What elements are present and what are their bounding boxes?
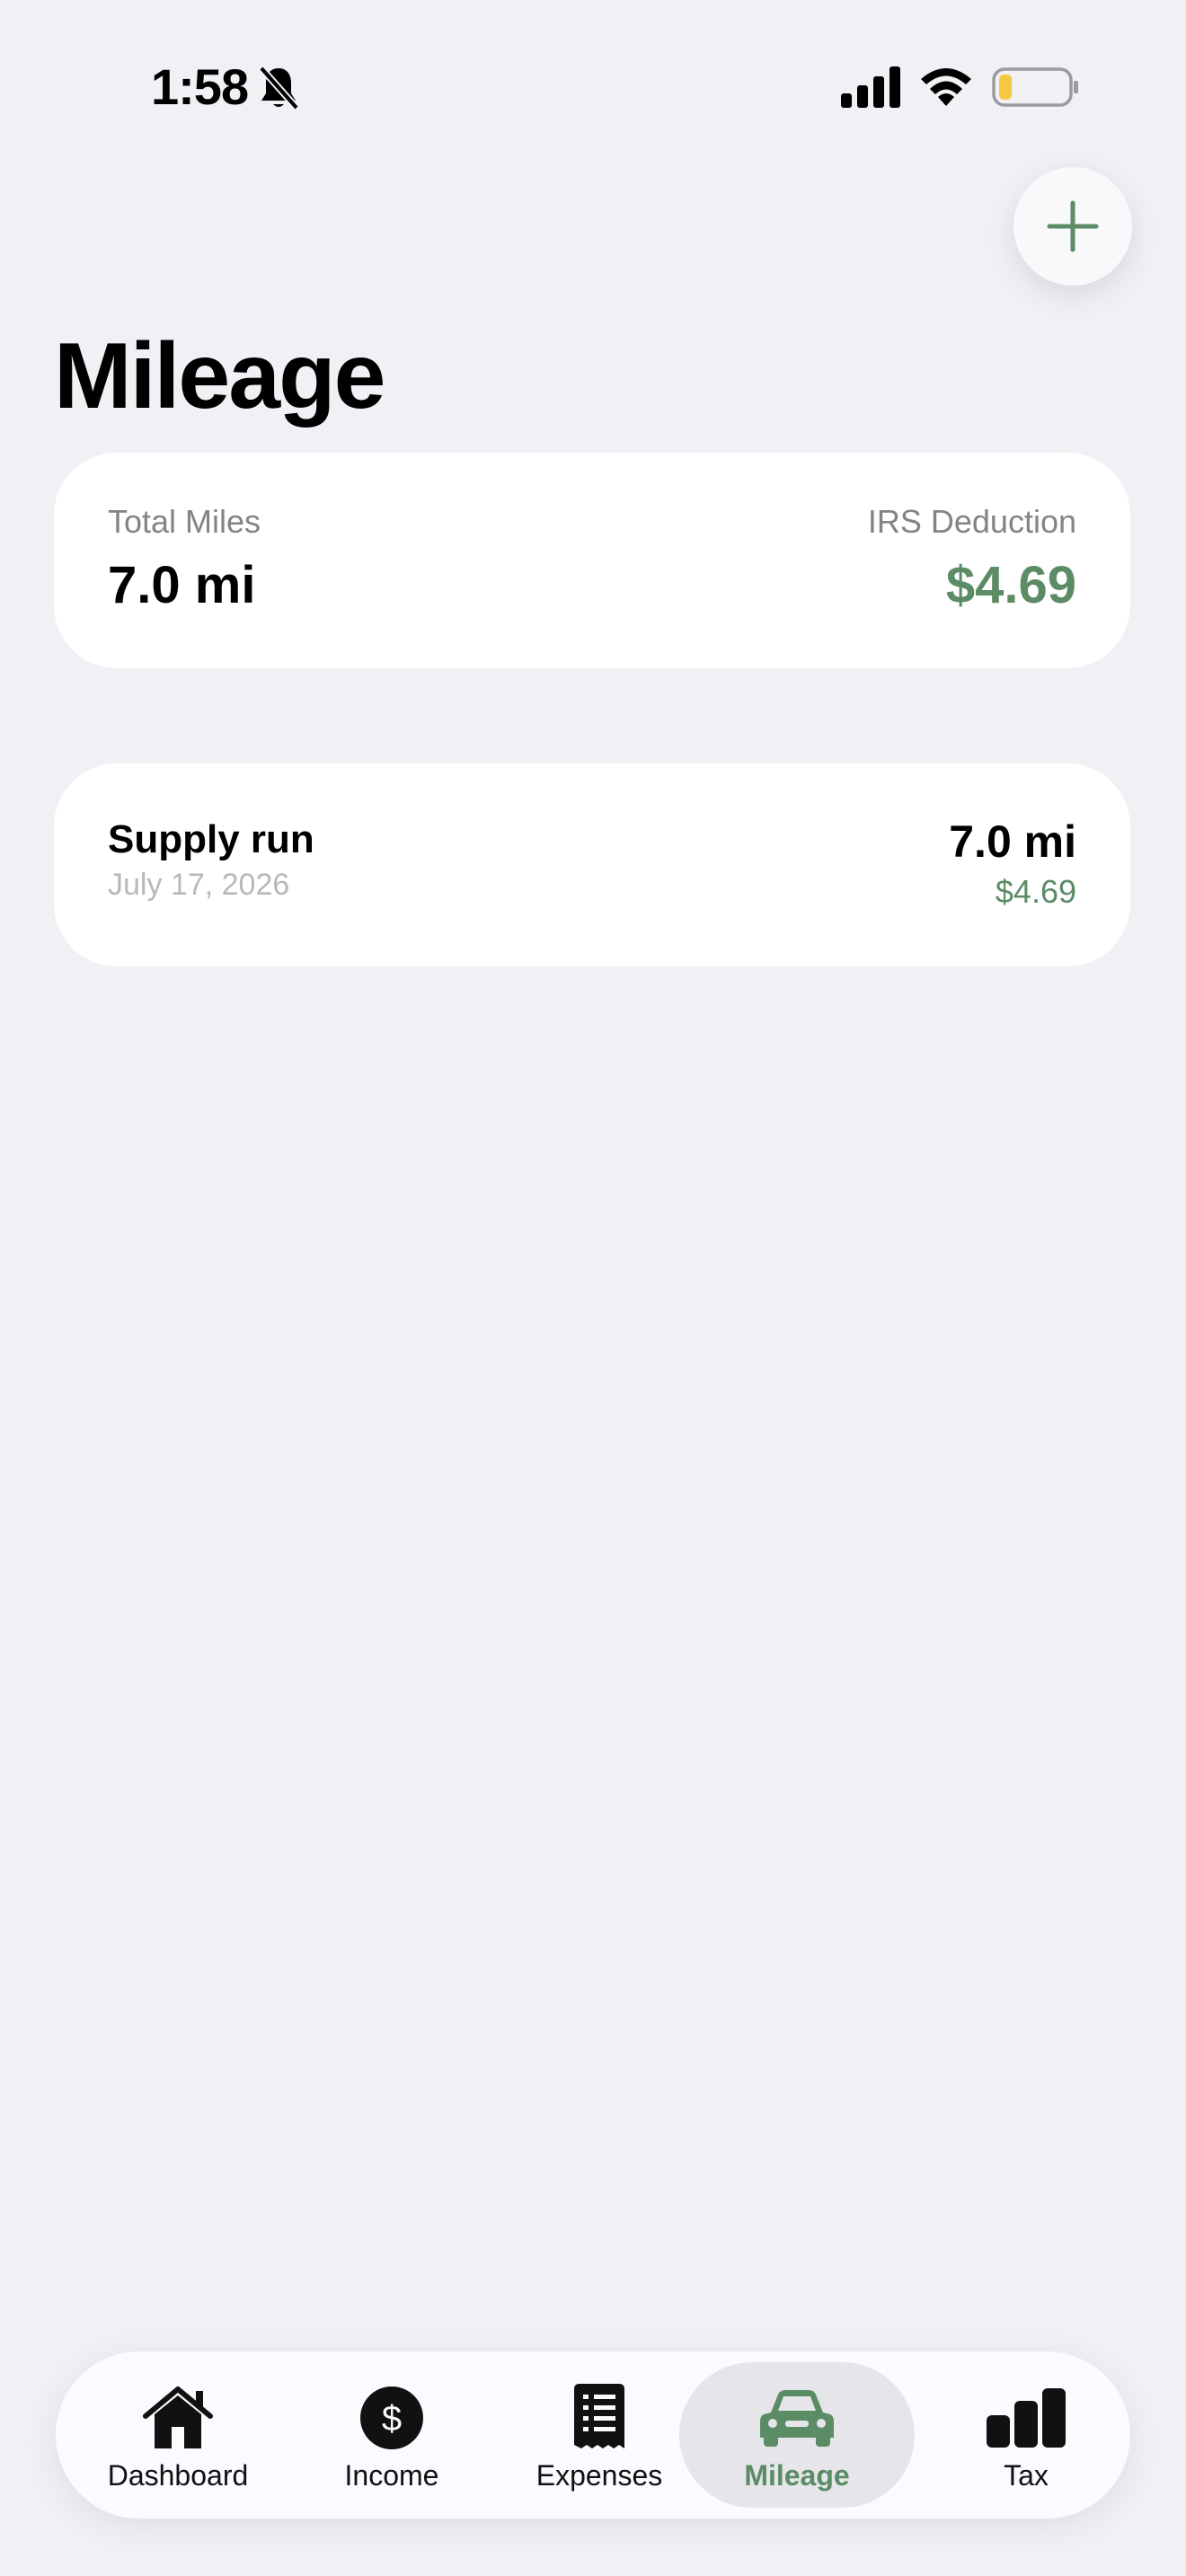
tab-expenses-label: Expenses: [535, 2459, 663, 2492]
total-miles-label: Total Miles: [108, 503, 261, 540]
car-icon: [758, 2384, 836, 2452]
plus-icon: [1047, 200, 1099, 252]
dollar-circle-icon: $: [359, 2384, 424, 2452]
tab-mileage-label: Mileage: [744, 2459, 850, 2492]
tab-bar: Dashboard $ Income Expenses Mileage Tax: [56, 2351, 1130, 2519]
status-time: 1:58: [151, 58, 249, 115]
battery-icon: [992, 67, 1078, 107]
irs-deduction-section: IRS Deduction $4.69: [868, 503, 1076, 615]
tab-expenses[interactable]: Expenses: [514, 2362, 685, 2508]
trip-amount: $4.69: [995, 873, 1076, 910]
irs-deduction-value: $4.69: [945, 556, 1076, 614]
tab-mileage[interactable]: Mileage: [679, 2362, 915, 2508]
bar-chart-icon: [987, 2384, 1066, 2452]
total-miles-value: 7.0 mi: [108, 556, 256, 614]
tab-tax-label: Tax: [1004, 2459, 1049, 2492]
house-icon: [140, 2384, 216, 2452]
status-bar: 1:58: [0, 54, 1186, 117]
trip-info: Supply run July 17, 2026: [108, 817, 314, 903]
bell-slash-icon: [259, 66, 299, 110]
trip-date: July 17, 2026: [108, 868, 290, 902]
page-title: Mileage: [54, 324, 385, 428]
tab-dashboard[interactable]: Dashboard: [88, 2362, 268, 2508]
svg-text:$: $: [382, 2399, 402, 2439]
add-trip-button[interactable]: [1013, 167, 1132, 286]
trip-name: Supply run: [108, 817, 314, 861]
trip-values: 7.0 mi $4.69: [949, 816, 1076, 911]
total-miles-section: Total Miles 7.0 mi: [108, 503, 261, 615]
tab-tax[interactable]: Tax: [954, 2362, 1098, 2508]
irs-deduction-label: IRS Deduction: [867, 503, 1076, 540]
tab-income[interactable]: $ Income: [313, 2362, 471, 2508]
tab-income-label: Income: [344, 2459, 439, 2492]
cellular-signal-icon: [841, 66, 900, 108]
trip-list-item[interactable]: Supply run July 17, 2026 7.0 mi $4.69: [54, 763, 1130, 966]
trip-miles: 7.0 mi: [949, 816, 1076, 867]
mileage-summary-card: Total Miles 7.0 mi IRS Deduction $4.69: [54, 453, 1130, 668]
receipt-icon: [571, 2384, 628, 2452]
mileage-screen: 1:58 Mileage Total Miles 7.0 mi IRS Dedu…: [0, 0, 1186, 2576]
tab-dashboard-label: Dashboard: [107, 2459, 249, 2492]
wifi-icon: [921, 68, 971, 106]
